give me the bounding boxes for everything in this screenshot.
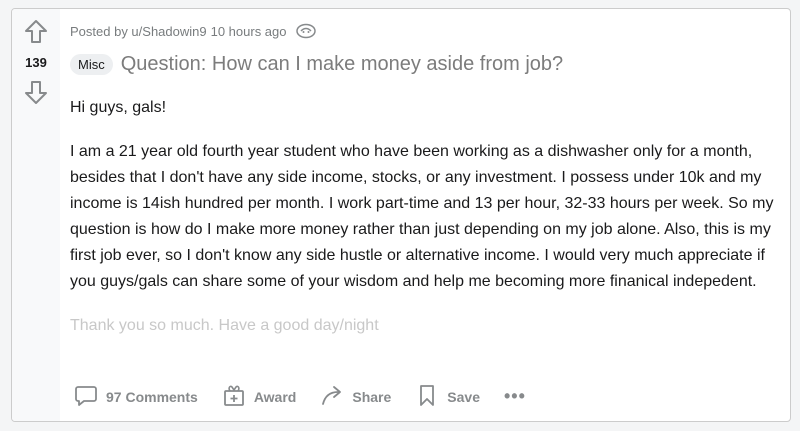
save-button[interactable]: Save	[415, 383, 480, 410]
author-link[interactable]: Posted by u/Shadowin9	[70, 24, 207, 39]
gift-icon	[222, 383, 254, 410]
comment-bubble-icon	[74, 383, 106, 410]
vote-count: 139	[25, 55, 47, 70]
bookmark-icon	[415, 383, 447, 410]
post-time[interactable]: 10 hours ago	[211, 24, 287, 39]
upvote-arrow-icon[interactable]	[24, 19, 48, 45]
vote-column: 139	[12, 9, 60, 421]
post-card: 139 Posted by u/Shadowin9 10 hours ago M…	[11, 8, 791, 422]
post-actions: 97 Comments Award Share Save •••	[74, 383, 526, 410]
downvote-arrow-icon[interactable]	[24, 79, 48, 105]
share-arrow-icon	[320, 383, 352, 410]
share-button[interactable]: Share	[320, 383, 391, 410]
award-button[interactable]: Award	[222, 383, 297, 410]
post-body: Hi guys, gals! I am a 21 year old fourth…	[70, 95, 782, 357]
more-options-ellipsis-icon[interactable]: •••	[504, 386, 526, 407]
post-flair[interactable]: Misc	[70, 54, 113, 75]
body-paragraph: Thank you so much. Have a good day/night	[70, 317, 379, 334]
body-paragraph: I am a 21 year old fourth year student w…	[70, 143, 774, 290]
title-row: Misc Question: How can I make money asid…	[70, 53, 563, 76]
comments-label: 97 Comments	[106, 388, 198, 405]
award-label: Award	[253, 388, 297, 405]
comments-button[interactable]: 97 Comments	[74, 383, 198, 410]
body-paragraph: Hi guys, gals!	[70, 99, 167, 116]
save-label: Save	[447, 388, 480, 405]
share-label: Share	[352, 388, 392, 405]
award-badge-icon	[295, 23, 317, 39]
post-meta: Posted by u/Shadowin9 10 hours ago	[70, 23, 317, 39]
post-title[interactable]: Question: How can I make money aside fro…	[121, 53, 563, 76]
